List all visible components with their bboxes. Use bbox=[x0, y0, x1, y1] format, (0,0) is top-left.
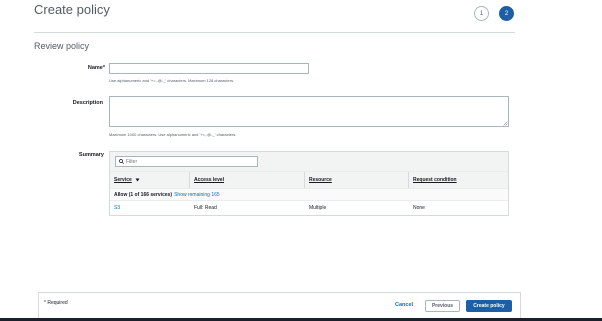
summary-label: Summary bbox=[78, 152, 104, 158]
group-label: Allow (1 of 166 services) bbox=[114, 191, 173, 198]
create-policy-button[interactable]: Create policy bbox=[466, 300, 512, 312]
description-label: Description bbox=[72, 100, 103, 106]
footer-bar: * Required Cancel Previous Create policy bbox=[38, 292, 521, 319]
summary-toolbar bbox=[110, 152, 508, 172]
search-icon bbox=[119, 159, 124, 164]
column-service[interactable]: Service bbox=[110, 172, 190, 188]
table-header: Service Access level Resource Request co… bbox=[110, 172, 508, 189]
name-input[interactable] bbox=[109, 63, 309, 74]
filter-input[interactable] bbox=[126, 158, 254, 165]
service-link[interactable]: S3 bbox=[110, 205, 190, 211]
summary-table: Service Access level Resource Request co… bbox=[109, 151, 509, 216]
name-hint: Use alphanumeric and '+=,.@-_' character… bbox=[109, 78, 235, 83]
description-input[interactable] bbox=[109, 96, 509, 127]
request-condition-cell: None bbox=[413, 205, 425, 211]
required-note: * Required bbox=[44, 300, 68, 306]
name-label: Name* bbox=[87, 65, 105, 71]
column-access-level[interactable]: Access level bbox=[190, 172, 305, 188]
column-label: Resource bbox=[309, 177, 332, 183]
filter-box[interactable] bbox=[115, 156, 258, 167]
column-label: Access level bbox=[194, 177, 225, 183]
resize-handle-icon[interactable] bbox=[503, 121, 508, 126]
title-divider bbox=[34, 32, 515, 33]
step-2: 2 bbox=[499, 6, 514, 21]
column-label: Request condition bbox=[413, 177, 457, 183]
group-row: Allow (1 of 166 services) Show remaining… bbox=[110, 189, 508, 201]
step-1[interactable]: 1 bbox=[474, 6, 489, 21]
table-row: S3 Full: Read Multiple None bbox=[110, 201, 508, 215]
resource-cell: Multiple bbox=[309, 205, 327, 211]
column-request-condition[interactable]: Request condition bbox=[409, 172, 508, 188]
access-level-cell: Full: Read bbox=[194, 205, 217, 211]
previous-button[interactable]: Previous bbox=[425, 300, 460, 312]
cancel-button[interactable]: Cancel bbox=[395, 302, 413, 308]
column-resource[interactable]: Resource bbox=[305, 172, 409, 188]
section-title: Review policy bbox=[34, 41, 90, 51]
page-title: Create policy bbox=[34, 2, 110, 17]
step-indicator: 1 2 bbox=[474, 6, 514, 21]
show-remaining-link[interactable]: Show remaining 165 bbox=[174, 192, 220, 198]
description-hint: Maximum 1000 characters. Use alphanumeri… bbox=[109, 132, 237, 137]
column-label: Service bbox=[114, 177, 132, 183]
sort-desc-icon bbox=[135, 178, 140, 182]
